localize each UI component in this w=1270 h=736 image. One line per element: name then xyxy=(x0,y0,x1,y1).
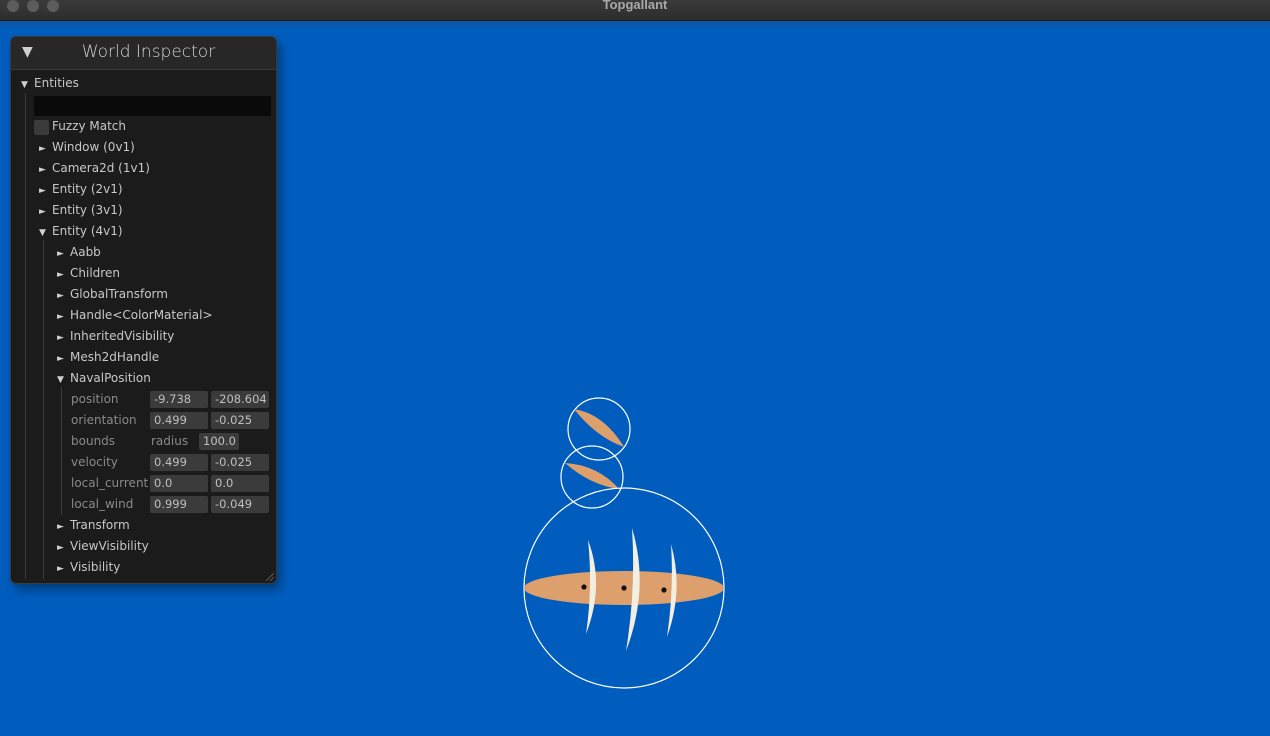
velocity-y-field[interactable]: -0.025 xyxy=(211,454,269,471)
boat-hull xyxy=(565,463,619,489)
bounds-label: bounds xyxy=(71,434,116,448)
tree-guide-line xyxy=(61,387,62,515)
tree-item-entity[interactable]: ► Window (0v1) xyxy=(39,137,135,158)
inspector-title: World Inspector xyxy=(81,42,216,62)
tree-item-entity[interactable]: ► Camera2d (1v1) xyxy=(39,158,150,179)
velocity-x-field[interactable]: 0.499 xyxy=(150,454,208,471)
position-x-field[interactable]: -9.738 xyxy=(150,391,208,408)
tree-item-entity[interactable]: ► Entity (3v1) xyxy=(39,200,123,221)
collapsed-arrow-icon: ► xyxy=(57,522,64,532)
world-inspector-panel[interactable]: ▼ World Inspector ▼ Entities Fuzzy Match … xyxy=(10,36,277,584)
tree-item-entity[interactable]: ► Entity (2v1) xyxy=(39,179,123,200)
mast-point xyxy=(581,584,587,590)
component-item[interactable]: ► GlobalTransform xyxy=(57,284,168,305)
component-item[interactable]: ► Children xyxy=(57,263,120,284)
collapsed-arrow-icon: ► xyxy=(57,354,64,364)
tree-guide-line xyxy=(43,240,44,579)
component-item[interactable]: ► Handle<ColorMaterial> xyxy=(57,305,213,326)
orientation-x-field[interactable]: 0.499 xyxy=(150,412,208,429)
component-item[interactable]: ► ViewVisibility xyxy=(57,536,149,557)
orientation-y-field[interactable]: -0.025 xyxy=(211,412,269,429)
resize-grip-icon[interactable] xyxy=(264,571,274,581)
radius-label: radius xyxy=(151,434,189,448)
tree-item-entity-selected[interactable]: ▼ Entity (4v1) xyxy=(39,221,123,242)
velocity-label: velocity xyxy=(71,455,118,469)
local-current-y-field[interactable]: 0.0 xyxy=(211,475,269,492)
expanded-arrow-icon: ▼ xyxy=(21,80,28,90)
local-wind-label: local_wind xyxy=(71,497,134,511)
boat-hull xyxy=(574,409,624,447)
orientation-label: orientation xyxy=(71,413,137,427)
fuzzy-match-checkbox[interactable] xyxy=(34,120,49,135)
collapsed-arrow-icon: ► xyxy=(57,543,64,553)
fuzzy-match-label: Fuzzy Match xyxy=(52,119,126,133)
component-item-naval-position[interactable]: ▼ NavalPosition xyxy=(57,368,151,389)
collapsed-arrow-icon: ► xyxy=(57,564,64,574)
local-wind-x-field[interactable]: 0.999 xyxy=(150,496,208,513)
collapsed-arrow-icon: ► xyxy=(39,207,46,217)
expanded-arrow-icon: ▼ xyxy=(39,228,46,238)
inspector-header[interactable]: ▼ World Inspector xyxy=(11,37,276,70)
local-current-x-field[interactable]: 0.0 xyxy=(150,475,208,492)
component-item[interactable]: ► Transform xyxy=(57,515,130,536)
mast-point xyxy=(661,587,667,593)
position-y-field[interactable]: -208.604 xyxy=(211,391,269,408)
local-current-label: local_current xyxy=(71,476,149,490)
collapsed-arrow-icon: ► xyxy=(57,291,64,301)
tree-guide-line xyxy=(25,93,26,579)
mast-point xyxy=(621,585,627,591)
expanded-arrow-icon: ▼ xyxy=(57,375,64,385)
collapsed-arrow-icon: ► xyxy=(57,333,64,343)
local-wind-y-field[interactable]: -0.049 xyxy=(211,496,269,513)
collapsed-arrow-icon: ► xyxy=(39,165,46,175)
entities-header[interactable]: ▼ Entities xyxy=(21,73,79,94)
component-item[interactable]: ► InheritedVisibility xyxy=(57,326,174,347)
radius-field[interactable]: 100.0 xyxy=(199,433,239,450)
collapsed-arrow-icon: ► xyxy=(57,270,64,280)
collapsed-arrow-icon: ► xyxy=(39,144,46,154)
collapsed-arrow-icon: ► xyxy=(39,186,46,196)
component-item[interactable]: ► Mesh2dHandle xyxy=(57,347,159,368)
component-item[interactable]: ► Aabb xyxy=(57,242,101,263)
collapsed-arrow-icon: ► xyxy=(57,312,64,322)
collapsed-arrow-icon: ► xyxy=(57,249,64,259)
position-label: position xyxy=(71,392,119,406)
entity-search-input[interactable] xyxy=(34,96,271,116)
component-item[interactable]: ► Visibility xyxy=(57,557,120,578)
